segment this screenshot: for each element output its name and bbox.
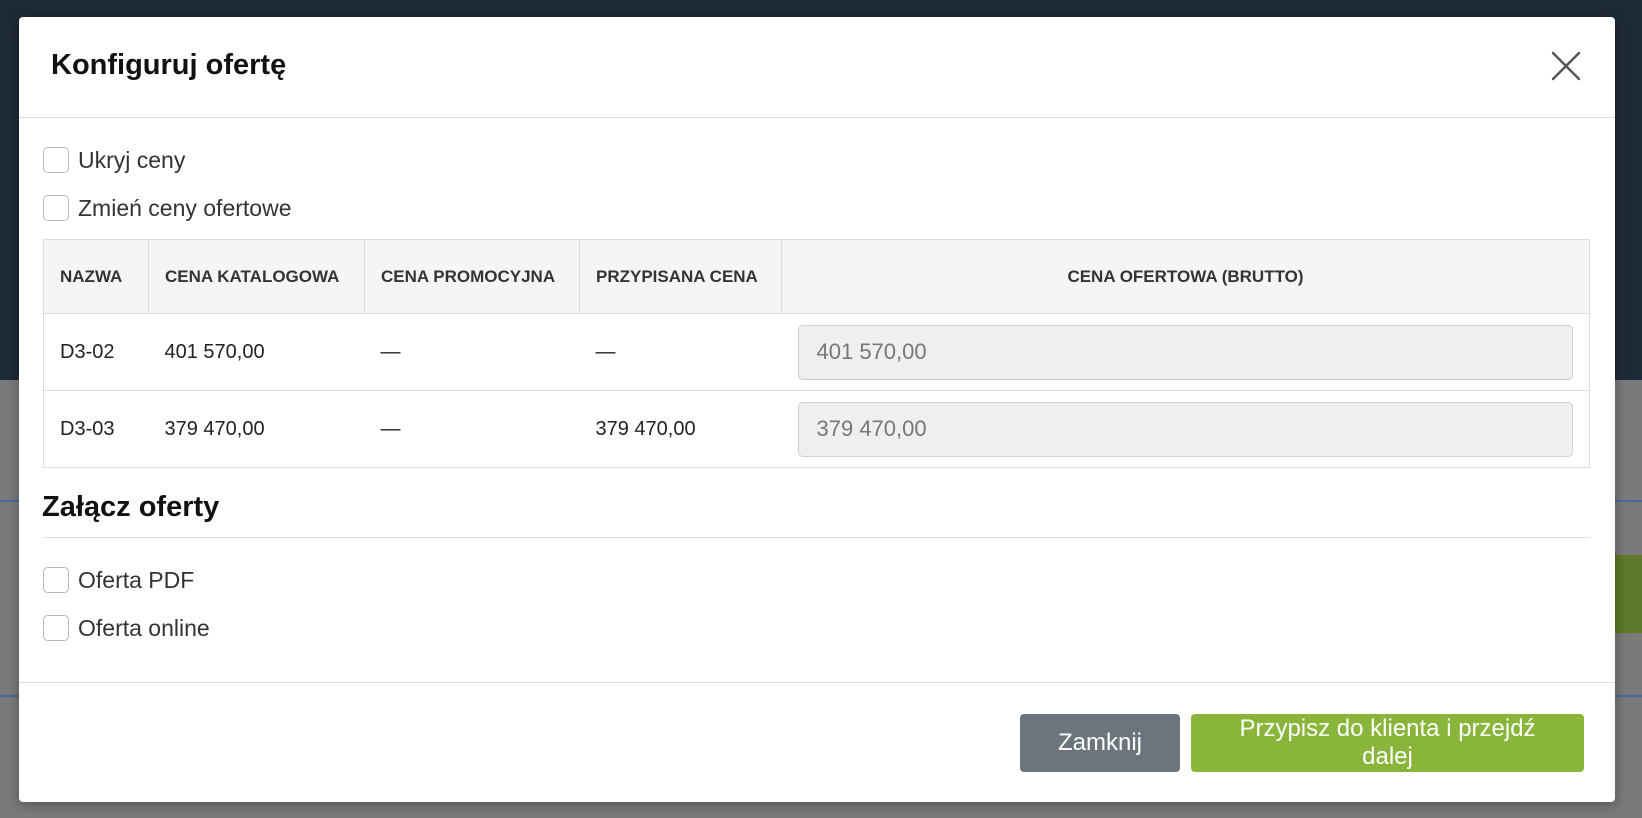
close-modal-button[interactable]: Zamknij (1020, 714, 1180, 772)
online-offer-option[interactable]: Oferta online (43, 613, 210, 643)
cell-promo-price: — (364, 390, 580, 468)
col-header-name: NAZWA (43, 239, 149, 314)
table-row: D3-03 379 470,00 — 379 470,00 (43, 390, 1590, 468)
table-row: D3-02 401 570,00 — — (43, 313, 1590, 391)
modal-footer-divider (19, 682, 1615, 683)
cell-assigned-price: 379 470,00 (579, 390, 782, 468)
col-header-assigned-price: PRZYPISANA CENA (579, 239, 782, 314)
change-prices-label: Zmień ceny ofertowe (78, 194, 292, 221)
modal-header: Konfiguruj ofertę (19, 17, 1615, 118)
offer-price-input[interactable] (797, 324, 1573, 380)
configure-offer-modal: Konfiguruj ofertę Ukryj ceny Zmień ceny … (19, 17, 1615, 802)
cell-catalog-price: 379 470,00 (148, 390, 365, 468)
hide-prices-label: Ukryj ceny (78, 146, 186, 173)
attach-offers-title: Załącz oferty (42, 491, 220, 523)
cell-offer-price (781, 313, 1590, 391)
offer-price-input[interactable] (797, 401, 1573, 457)
cell-promo-price: — (364, 313, 580, 391)
change-prices-checkbox[interactable] (43, 195, 69, 221)
col-header-catalog-price: CENA KATALOGOWA (148, 239, 365, 314)
table-header-row: NAZWA CENA KATALOGOWA CENA PROMOCYJNA PR… (43, 239, 1590, 314)
close-icon (1551, 51, 1581, 81)
modal-title: Konfiguruj ofertę (51, 49, 287, 81)
cell-name: D3-02 (43, 313, 149, 391)
change-prices-option[interactable]: Zmień ceny ofertowe (43, 193, 291, 223)
col-header-promo-price: CENA PROMOCYJNA (364, 239, 580, 314)
col-header-offer-price: CENA OFERTOWA (BRUTTO) (781, 239, 1590, 314)
cell-offer-price (781, 390, 1590, 468)
pdf-offer-label: Oferta PDF (78, 566, 195, 593)
online-offer-checkbox[interactable] (43, 615, 69, 641)
assign-to-client-button[interactable]: Przypisz do klienta i przejdź dalej (1191, 714, 1584, 772)
pdf-offer-checkbox[interactable] (43, 567, 69, 593)
cell-name: D3-03 (43, 390, 149, 468)
cell-catalog-price: 401 570,00 (148, 313, 365, 391)
online-offer-label: Oferta online (78, 614, 210, 641)
hide-prices-checkbox[interactable] (43, 147, 69, 173)
section-divider (43, 537, 1590, 538)
cell-assigned-price: — (579, 313, 782, 391)
close-button[interactable] (1547, 47, 1585, 85)
hide-prices-option[interactable]: Ukryj ceny (43, 145, 185, 175)
pdf-offer-option[interactable]: Oferta PDF (43, 565, 194, 595)
prices-table: NAZWA CENA KATALOGOWA CENA PROMOCYJNA PR… (43, 239, 1590, 468)
